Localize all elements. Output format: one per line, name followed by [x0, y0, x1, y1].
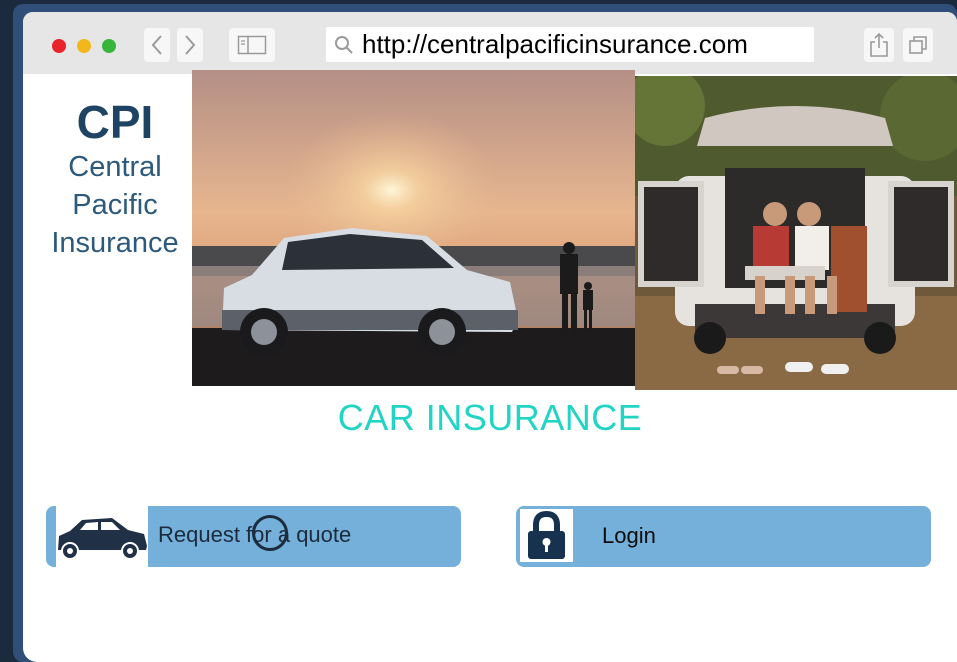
- share-button[interactable]: [864, 28, 894, 62]
- lock-icon: [528, 510, 565, 559]
- url-text: http://centralpacificinsurance.com: [362, 29, 748, 59]
- company-logo[interactable]: CPI Central Pacific Insurance: [35, 96, 195, 262]
- forward-icon: [185, 35, 196, 55]
- minimize-window-button[interactable]: [77, 39, 91, 53]
- logo-line-3: Insurance: [51, 227, 179, 259]
- tabs-icon: [909, 36, 927, 54]
- sidebar-button[interactable]: [229, 28, 275, 62]
- browser-content: http://centralpacificinsurance.com CPI C…: [23, 12, 957, 662]
- cursor-highlight-ring: [252, 515, 288, 551]
- tabs-button[interactable]: [903, 28, 933, 62]
- logo-abbreviation: CPI: [76, 96, 154, 148]
- address-bar[interactable]: http://centralpacificinsurance.com: [326, 27, 814, 62]
- sidebar-icon: [237, 35, 267, 55]
- login-button[interactable]: Login: [516, 506, 931, 567]
- car-icon-container: [56, 506, 148, 567]
- hero-image-couple-car: [635, 76, 957, 390]
- close-window-button[interactable]: [52, 39, 66, 53]
- login-label: Login: [602, 523, 656, 548]
- logo-line-1: Central: [68, 151, 162, 183]
- back-button[interactable]: [144, 28, 170, 62]
- lock-icon-container: [520, 509, 573, 562]
- request-quote-button[interactable]: Request for a quote: [46, 506, 461, 567]
- forward-button[interactable]: [177, 28, 203, 62]
- zoom-window-button[interactable]: [102, 39, 116, 53]
- browser-toolbar: http://centralpacificinsurance.com: [23, 12, 957, 74]
- search-icon: [335, 35, 353, 54]
- page-heading: CAR INSURANCE: [337, 397, 643, 438]
- car-icon: [58, 518, 147, 560]
- share-icon: [870, 32, 888, 57]
- hero-image-sunset-car: [192, 70, 635, 386]
- logo-line-2: Pacific: [72, 189, 158, 221]
- back-icon: [151, 35, 162, 55]
